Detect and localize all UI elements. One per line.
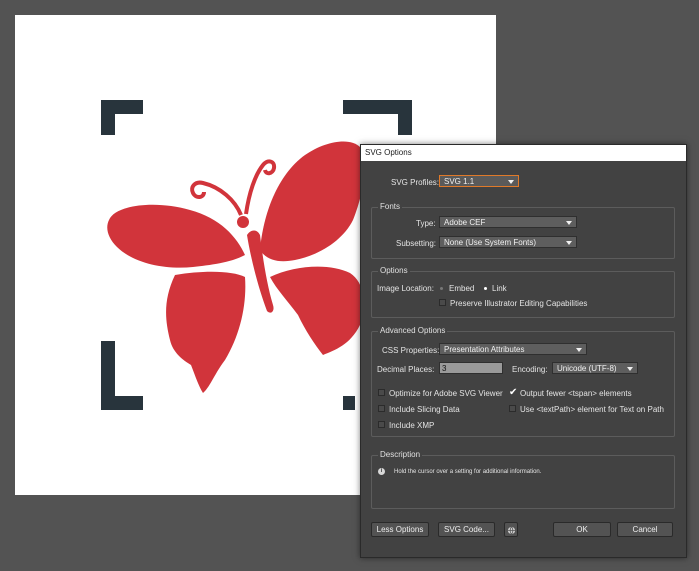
dialog-title: SVG Options <box>365 148 412 157</box>
bracket-top-right <box>343 100 412 135</box>
preserve-label: Preserve Illustrator Editing Capabilitie… <box>450 299 588 308</box>
encoding-label: Encoding: <box>512 365 548 374</box>
subsetting-dropdown[interactable]: None (Use System Fonts) <box>439 236 577 248</box>
advanced-options-group-label: Advanced Options <box>378 326 448 335</box>
slicing-checkbox[interactable] <box>378 405 385 412</box>
ok-button[interactable]: OK <box>553 522 611 537</box>
chevron-down-icon <box>576 348 582 352</box>
encoding-value: Unicode (UTF-8) <box>557 364 617 373</box>
css-properties-dropdown[interactable]: Presentation Attributes <box>439 343 587 355</box>
dialog-title-bar[interactable]: SVG Options <box>361 145 686 161</box>
chevron-down-icon <box>566 241 572 245</box>
ok-label: OK <box>576 525 588 534</box>
description-group-label: Description <box>378 450 423 459</box>
slicing-label: Include Slicing Data <box>389 405 460 414</box>
svg-profiles-dropdown[interactable]: SVG 1.1 <box>439 175 519 187</box>
fonts-group: Fonts Type: Adobe CEF Subsetting: None (… <box>371 202 675 259</box>
svg-options-dialog: SVG Options SVG Profiles: SVG 1.1 Fonts … <box>360 144 687 558</box>
bracket-top-left <box>101 100 143 135</box>
advanced-options-group: Advanced Options CSS Properties: Present… <box>371 326 675 437</box>
embed-radio[interactable] <box>440 287 443 290</box>
info-icon: i <box>378 468 385 475</box>
output-fewer-checkbox[interactable]: ✔ <box>509 387 518 398</box>
embed-label: Embed <box>449 284 475 293</box>
output-fewer-label: Output fewer <tspan> elements <box>520 389 632 398</box>
svg-code-button[interactable]: SVG Code... <box>438 522 495 537</box>
font-type-dropdown[interactable]: Adobe CEF <box>439 216 577 228</box>
textpath-label: Use <textPath> element for Text on Path <box>520 405 664 414</box>
css-properties-value: Presentation Attributes <box>444 345 525 354</box>
less-options-label: Less Options <box>376 525 424 534</box>
preserve-checkbox[interactable] <box>439 299 446 306</box>
chevron-down-icon <box>627 367 633 371</box>
optimize-checkbox[interactable] <box>378 389 385 396</box>
decimal-places-value: 3 <box>442 364 447 373</box>
image-location-label: Image Location: <box>377 284 434 293</box>
xmp-checkbox[interactable] <box>378 421 385 428</box>
cancel-button[interactable]: Cancel <box>617 522 673 537</box>
description-group: Description i Hold the cursor over a set… <box>371 450 675 509</box>
butterfly-logo <box>107 141 365 393</box>
chevron-down-icon <box>566 221 572 225</box>
subsetting-label: Subsetting: <box>396 239 437 248</box>
subsetting-value: None (Use System Fonts) <box>444 238 537 247</box>
options-group-label: Options <box>378 266 410 275</box>
chevron-down-icon <box>508 180 514 184</box>
globe-icon <box>507 526 515 535</box>
link-radio[interactable] <box>484 287 487 290</box>
decimal-places-input[interactable]: 3 <box>439 362 503 374</box>
svg-profiles-label: SVG Profiles: <box>391 178 440 187</box>
description-text: Hold the cursor over a setting for addit… <box>394 469 542 475</box>
link-label: Link <box>492 284 507 293</box>
css-properties-label: CSS Properties: <box>382 346 440 355</box>
svg-code-label: SVG Code... <box>444 525 489 534</box>
svg-profiles-value: SVG 1.1 <box>444 177 475 186</box>
cancel-label: Cancel <box>632 525 658 534</box>
font-type-value: Adobe CEF <box>444 218 486 227</box>
fonts-group-label: Fonts <box>378 202 403 211</box>
checkmark-icon: ✔ <box>509 387 518 398</box>
xmp-label: Include XMP <box>389 421 435 430</box>
web-preview-button[interactable] <box>504 522 518 537</box>
bracket-bottom-left <box>101 341 143 410</box>
decimal-places-label: Decimal Places: <box>377 365 435 374</box>
less-options-button[interactable]: Less Options <box>371 522 429 537</box>
encoding-dropdown[interactable]: Unicode (UTF-8) <box>552 362 638 374</box>
textpath-checkbox[interactable] <box>509 405 516 412</box>
options-group: Options Image Location: Embed Link Prese… <box>371 266 675 318</box>
type-label: Type: <box>416 219 436 228</box>
optimize-label: Optimize for Adobe SVG Viewer <box>389 389 503 398</box>
